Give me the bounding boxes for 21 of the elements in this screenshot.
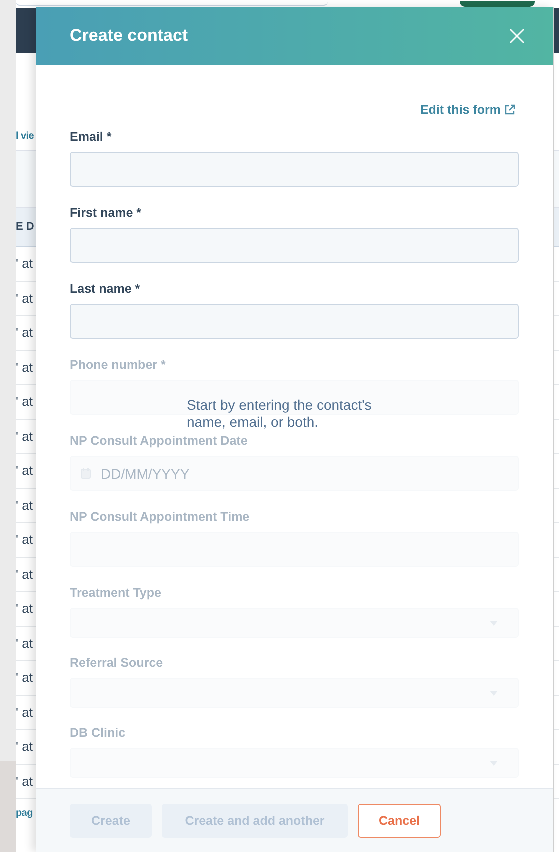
field-label: NP Consult Appointment Time <box>70 510 251 526</box>
input-field[interactable] <box>70 228 519 263</box>
field-label: First name * <box>70 206 143 222</box>
input-field[interactable] <box>70 304 519 339</box>
page-link[interactable]: pag <box>16 808 33 819</box>
action-button[interactable] <box>460 1 535 7</box>
field-label: Treatment Type <box>70 586 162 602</box>
column-header: E D <box>16 221 34 233</box>
field-label: Referral Source <box>70 656 164 672</box>
view-link[interactable]: l vie <box>16 131 34 142</box>
field-label: Last name * <box>70 282 142 298</box>
field-label: Phone number * <box>70 358 167 374</box>
close-button[interactable]: × <box>506 24 529 48</box>
field-label: DB Clinic <box>70 726 127 742</box>
cancel-button[interactable]: Cancel <box>358 804 441 838</box>
field-label: Email * <box>70 130 113 146</box>
dialog-title: Create contact <box>70 26 188 46</box>
edit-form-link[interactable]: Edit this form <box>420 102 516 118</box>
field-label: NP Consult Appointment Date <box>70 434 249 450</box>
external-link-icon <box>504 104 516 116</box>
input-field[interactable] <box>70 152 519 187</box>
